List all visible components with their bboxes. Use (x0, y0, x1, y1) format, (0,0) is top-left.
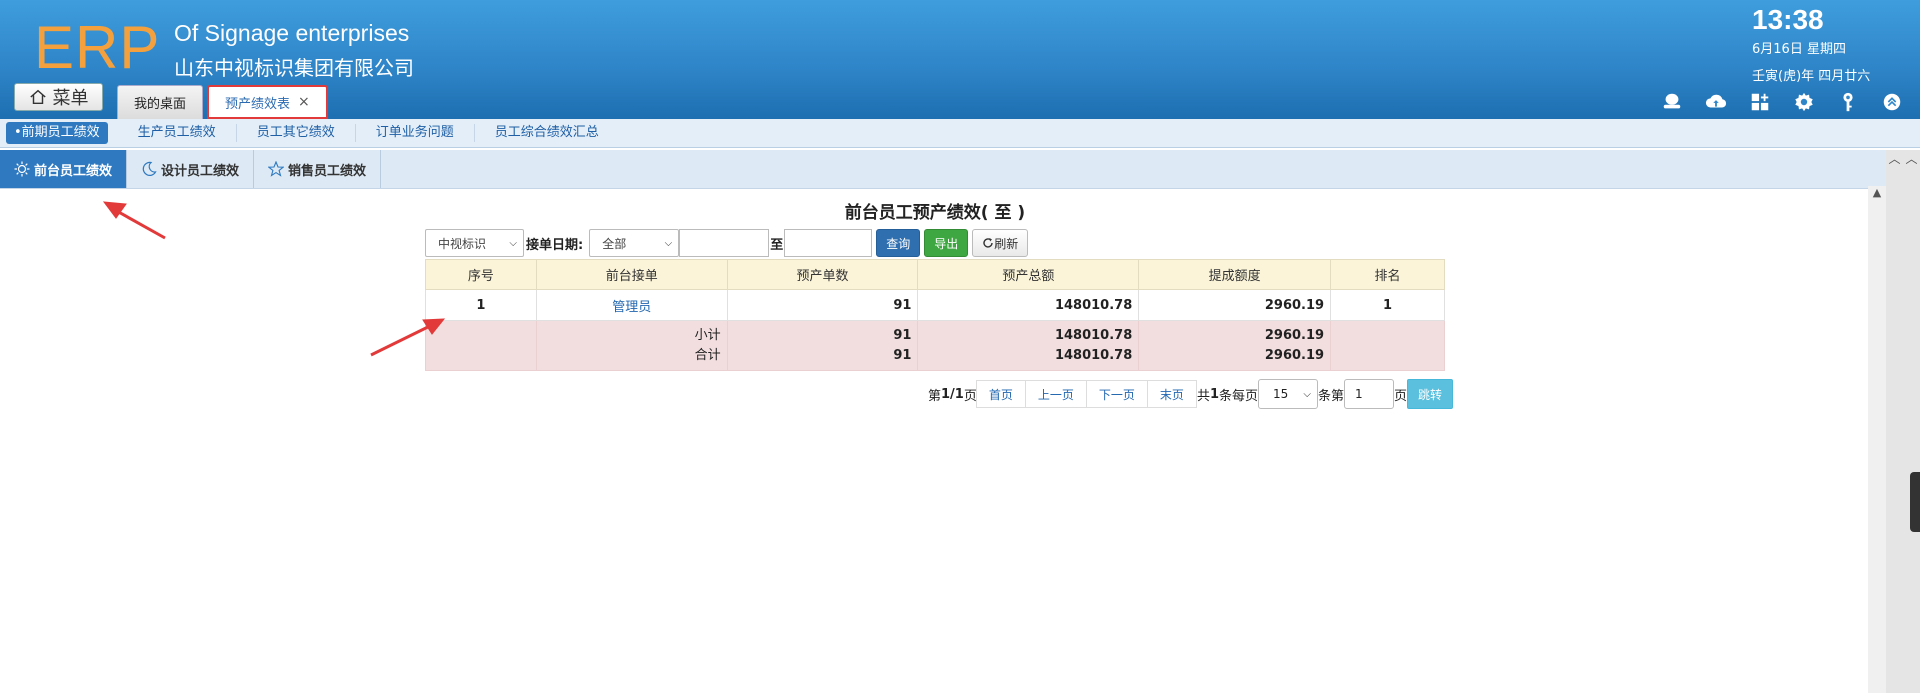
tab-my-desktop[interactable]: 我的桌面 (117, 85, 204, 119)
end-date-input[interactable] (784, 229, 873, 257)
date-label: 接单日期: (526, 237, 584, 253)
total-suffix: 条每页 (1219, 388, 1259, 404)
gear-icon[interactable] (1792, 90, 1816, 114)
col-header-orders[interactable]: 预产单数 (726, 259, 919, 290)
cell-index: 1 (425, 289, 537, 321)
module-subnav: •前期员工绩效 生产员工绩效 员工其它绩效 订单业务问题 员工综合绩效汇总 (0, 119, 1920, 148)
star-icon (268, 161, 285, 177)
tab-forecast-performance[interactable]: 预产绩效表 × (207, 85, 328, 119)
cell-orders: 91 (726, 289, 919, 321)
report-tabs: 前台员工绩效 设计员工绩效 销售员工绩效 (0, 150, 1886, 189)
grand-orders: 91 (893, 347, 912, 363)
query-button[interactable]: 查询 (876, 229, 921, 257)
collapse-up-icon[interactable] (1880, 90, 1904, 114)
tab-design-staff[interactable]: 设计员工绩效 (127, 150, 255, 188)
clock: 13:38 6月16日 星期四 壬寅(虎)年 四月廿六 (1752, 4, 1892, 84)
subnav-item-early-staff[interactable]: •前期员工绩效 (6, 122, 108, 144)
cell-name-link[interactable]: 管理员 (535, 289, 728, 321)
close-icon[interactable]: × (298, 94, 310, 110)
chevron-down-icon: ⌵ (664, 237, 673, 249)
page-info: 1/1 (941, 386, 964, 402)
goto-prefix: 条第 (1318, 388, 1345, 404)
col-header-name[interactable]: 前台接单 (535, 259, 728, 290)
cell-rank: 1 (1330, 289, 1445, 321)
page-prefix: 第 (928, 388, 942, 404)
cell-total: 148010.78 (917, 289, 1140, 321)
sun-icon (14, 161, 30, 177)
annotation-arrow-icon (102, 201, 446, 357)
clock-lunar-date: 壬寅(虎)年 四月廿六 (1752, 69, 1871, 84)
to-label: 至 (770, 237, 784, 253)
col-header-index[interactable]: 序号 (425, 259, 537, 290)
window-tabs: 我的桌面 预产绩效表 × (117, 85, 328, 119)
vertical-scrollbar[interactable]: ▲ (1868, 186, 1886, 693)
grand-total: 148010.78 (1054, 347, 1133, 363)
chevron-down-icon: ⌵ (509, 237, 517, 249)
tab-front-desk-staff[interactable]: 前台员工绩效 (0, 150, 128, 188)
subnav-item-production-staff[interactable]: 生产员工绩效 (118, 124, 237, 142)
goto-suffix: 页 (1394, 388, 1408, 404)
last-page-button[interactable]: 末页 (1146, 380, 1197, 408)
summary-row: 小计 合计 91 91 148010.78 148010.78 2960.19 … (425, 320, 1445, 371)
report-title: 前台员工预产绩效( 至 ) (844, 203, 1026, 223)
subtotal-orders: 91 (893, 327, 912, 343)
moon-icon (142, 161, 157, 176)
chevron-down-icon: ⌵ (1303, 388, 1312, 400)
scroll-up-icon[interactable]: ︿ (1905, 150, 1917, 167)
next-page-button[interactable]: 下一页 (1085, 380, 1148, 408)
col-header-commission[interactable]: 提成额度 (1138, 259, 1332, 290)
side-widget-handle[interactable] (1910, 472, 1920, 532)
subtotal-total: 148010.78 (1054, 327, 1133, 343)
menu-button[interactable]: 菜单 (14, 83, 103, 111)
refresh-icon (983, 238, 993, 248)
subtotal-label: 小计 (694, 327, 721, 343)
table-header-row: 序号 前台接单 预产单数 预产总额 提成额度 排名 (425, 259, 1445, 290)
scroll-up-icon[interactable]: ︿ (1888, 150, 1900, 167)
col-header-total[interactable]: 预产总额 (917, 259, 1140, 290)
scroll-up-icon[interactable]: ▲ (1868, 186, 1886, 199)
date-range-select[interactable]: 全部 ⌵ (589, 229, 680, 257)
table-row: 1 管理员 91 148010.78 2960.19 1 (425, 289, 1445, 321)
grid-add-icon[interactable] (1748, 90, 1772, 114)
pagination: 第 1/1 页 首页 上一页 下一页 末页 共 1 条每页 15 ⌵ 条第 1 … (928, 379, 1454, 409)
subnav-item-order-issues[interactable]: 订单业务问题 (356, 124, 475, 142)
clock-time: 13:38 (1752, 4, 1824, 35)
erp-logo: ERP (34, 14, 161, 81)
prev-page-button[interactable]: 上一页 (1024, 380, 1087, 408)
start-date-input[interactable] (679, 229, 770, 257)
right-scroll-panel: ︿ ︿ (1886, 150, 1920, 693)
col-header-rank[interactable]: 排名 (1330, 259, 1445, 290)
company-name-en: Of Signage enterprises (174, 20, 410, 46)
toolbar-icons (1660, 90, 1904, 114)
cell-commission: 2960.19 (1138, 289, 1332, 321)
goto-page-input[interactable]: 1 (1344, 379, 1395, 409)
cloud-upload-icon[interactable] (1704, 90, 1728, 114)
user-status-icon[interactable] (1660, 90, 1684, 114)
company-select[interactable]: 中视标识 ⌵ (425, 229, 524, 257)
filter-bar: 中视标识 ⌵ 接单日期: 全部 ⌵ 至 查询 导出 刷新 (425, 228, 1029, 258)
grand-commission: 2960.19 (1264, 347, 1325, 363)
tab-sales-staff[interactable]: 销售员工绩效 (254, 150, 382, 188)
app-header: ERP Of Signage enterprises 山东中视标识集团有限公司 … (0, 0, 1920, 119)
clock-date: 6月16日 星期四 (1752, 42, 1846, 57)
total-prefix: 共 (1196, 388, 1210, 404)
key-icon[interactable] (1836, 90, 1860, 114)
total-label: 合计 (694, 347, 721, 363)
performance-table: 序号 前台接单 预产单数 预产总额 提成额度 排名 1 管理员 91 14801… (425, 259, 1445, 371)
menu-label: 菜单 (52, 88, 89, 109)
first-page-button[interactable]: 首页 (975, 380, 1026, 408)
company-name-cn: 山东中视标识集团有限公司 (174, 56, 414, 80)
page-size-select[interactable]: 15 ⌵ (1258, 379, 1319, 409)
subnav-item-summary[interactable]: 员工综合绩效汇总 (475, 124, 619, 142)
export-button[interactable]: 导出 (924, 229, 969, 257)
refresh-button[interactable]: 刷新 (972, 229, 1029, 257)
home-icon (29, 89, 46, 105)
subnav-item-other-staff[interactable]: 员工其它绩效 (237, 124, 356, 142)
total-count: 1 (1209, 386, 1219, 402)
subtotal-commission: 2960.19 (1264, 327, 1325, 343)
goto-button[interactable]: 跳转 (1407, 379, 1454, 409)
